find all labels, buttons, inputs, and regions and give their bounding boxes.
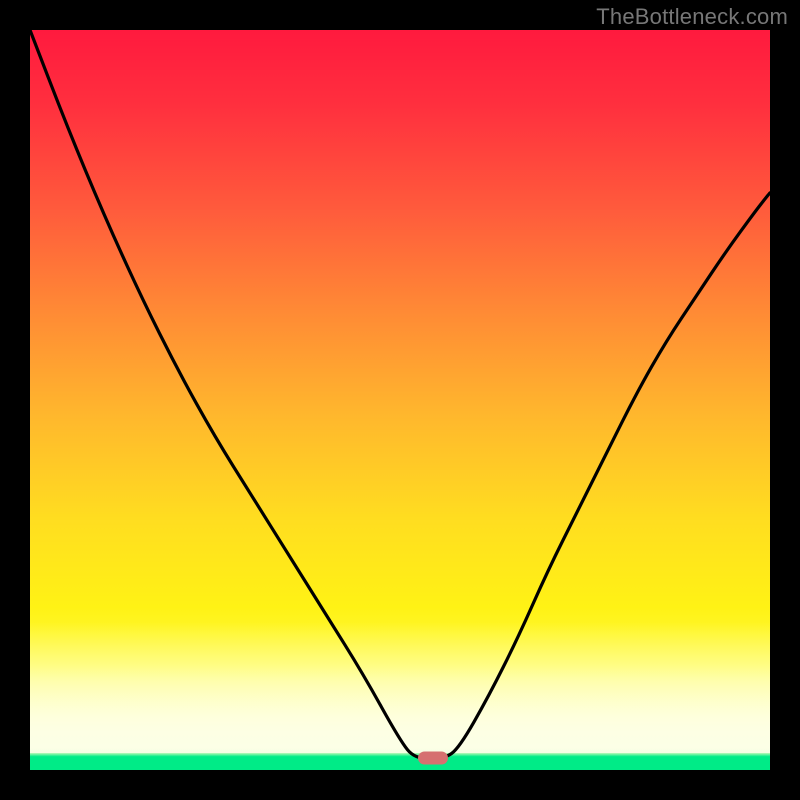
- watermark-text: TheBottleneck.com: [596, 4, 788, 30]
- curve-svg: [30, 30, 770, 770]
- optimum-marker-icon: [418, 752, 448, 765]
- v-curve: [30, 30, 770, 759]
- chart-container: TheBottleneck.com: [0, 0, 800, 800]
- plot-area: [30, 30, 770, 770]
